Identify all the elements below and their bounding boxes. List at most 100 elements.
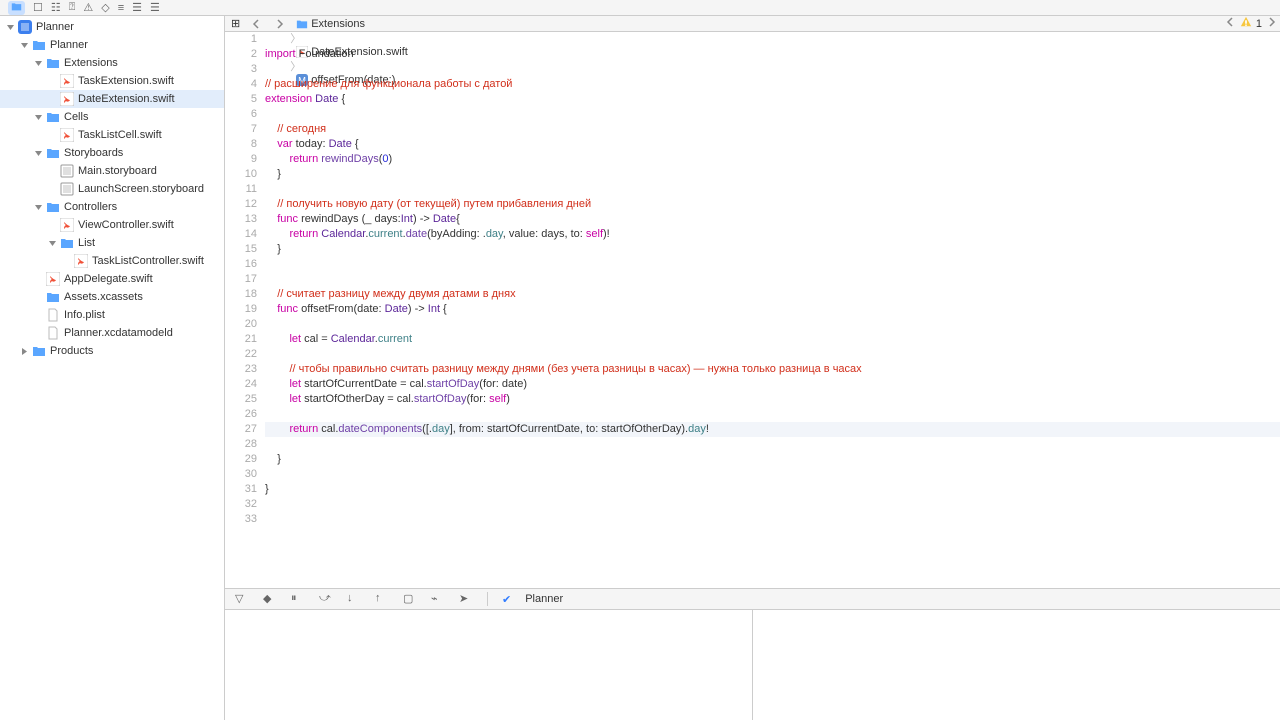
- code-line[interactable]: import Foundation: [265, 47, 1280, 62]
- line-number[interactable]: 3: [225, 62, 257, 77]
- line-number[interactable]: 23: [225, 362, 257, 377]
- code-line[interactable]: [265, 512, 1280, 527]
- code-line[interactable]: [265, 347, 1280, 362]
- code-line[interactable]: }: [265, 242, 1280, 257]
- code-line[interactable]: }: [265, 482, 1280, 497]
- step-over-icon[interactable]: ⤻: [319, 592, 333, 606]
- pause-icon[interactable]: ⏸: [291, 592, 305, 606]
- line-number[interactable]: 20: [225, 317, 257, 332]
- line-number[interactable]: 7: [225, 122, 257, 137]
- code-line[interactable]: [265, 467, 1280, 482]
- line-number[interactable]: 25: [225, 392, 257, 407]
- tree-item[interactable]: Products: [0, 342, 224, 360]
- code-line[interactable]: // чтобы правильно считать разницу между…: [265, 362, 1280, 377]
- report-tab[interactable]: ☰: [150, 1, 160, 14]
- tree-item[interactable]: Planner.xcdatamodeld: [0, 324, 224, 342]
- code-line[interactable]: [265, 317, 1280, 332]
- line-number[interactable]: 29: [225, 452, 257, 467]
- line-number[interactable]: 18: [225, 287, 257, 302]
- code-line[interactable]: extension Date {: [265, 92, 1280, 107]
- line-number[interactable]: 22: [225, 347, 257, 362]
- disclosure-triangle-icon[interactable]: [34, 59, 43, 68]
- tree-item[interactable]: Assets.xcassets: [0, 288, 224, 306]
- warning-next-icon[interactable]: [1266, 17, 1276, 30]
- code-line[interactable]: [265, 497, 1280, 512]
- tree-item[interactable]: Storyboards: [0, 144, 224, 162]
- breakpoint-tab[interactable]: ☰: [132, 1, 142, 14]
- line-number[interactable]: 2: [225, 47, 257, 62]
- code-line[interactable]: return rewindDays(0): [265, 152, 1280, 167]
- tree-item[interactable]: Planner: [0, 18, 224, 36]
- line-number[interactable]: 1: [225, 32, 257, 47]
- line-number[interactable]: 17: [225, 272, 257, 287]
- console-view[interactable]: [753, 610, 1280, 720]
- line-number[interactable]: 14: [225, 227, 257, 242]
- code-line[interactable]: let cal = Calendar.current: [265, 332, 1280, 347]
- line-number[interactable]: 10: [225, 167, 257, 182]
- disclosure-triangle-icon[interactable]: [20, 41, 29, 50]
- code-line[interactable]: func offsetFrom(date: Date) -> Int {: [265, 302, 1280, 317]
- line-number[interactable]: 31: [225, 482, 257, 497]
- disclosure-triangle-icon[interactable]: [34, 203, 43, 212]
- tree-item[interactable]: DateExtension.swift: [0, 90, 224, 108]
- tree-item[interactable]: LaunchScreen.storyboard: [0, 180, 224, 198]
- code-line[interactable]: [265, 407, 1280, 422]
- code-line[interactable]: [265, 32, 1280, 47]
- disclosure-triangle-icon[interactable]: [34, 149, 43, 158]
- line-number[interactable]: 28: [225, 437, 257, 452]
- code-line[interactable]: let startOfOtherDay = cal.startOfDay(for…: [265, 392, 1280, 407]
- line-number[interactable]: 32: [225, 497, 257, 512]
- tree-item[interactable]: Info.plist: [0, 306, 224, 324]
- line-number[interactable]: 12: [225, 197, 257, 212]
- tree-item[interactable]: TaskListController.swift: [0, 252, 224, 270]
- memory-icon[interactable]: ⌁: [431, 592, 445, 606]
- back-button[interactable]: [246, 19, 268, 29]
- test-tab[interactable]: ◇: [101, 1, 109, 14]
- step-into-icon[interactable]: ↓: [347, 592, 361, 606]
- line-number[interactable]: 11: [225, 182, 257, 197]
- tree-item[interactable]: Planner: [0, 36, 224, 54]
- disclosure-triangle-icon[interactable]: [48, 239, 57, 248]
- view-icon[interactable]: ▢: [403, 592, 417, 606]
- code-line[interactable]: return cal.dateComponents([.day], from: …: [265, 422, 1280, 437]
- tree-item[interactable]: Main.storyboard: [0, 162, 224, 180]
- code-line[interactable]: let startOfCurrentDate = cal.startOfDay(…: [265, 377, 1280, 392]
- code-line[interactable]: [265, 182, 1280, 197]
- tree-item[interactable]: TaskListCell.swift: [0, 126, 224, 144]
- line-number[interactable]: 4: [225, 77, 257, 92]
- line-number[interactable]: 5: [225, 92, 257, 107]
- warning-icon[interactable]: [1240, 16, 1252, 31]
- disclosure-triangle-icon[interactable]: [20, 347, 29, 356]
- code-line[interactable]: var today: Date {: [265, 137, 1280, 152]
- code-line[interactable]: }: [265, 452, 1280, 467]
- line-number[interactable]: 24: [225, 377, 257, 392]
- tree-item[interactable]: ViewController.swift: [0, 216, 224, 234]
- tree-item[interactable]: TaskExtension.swift: [0, 72, 224, 90]
- line-number[interactable]: 33: [225, 512, 257, 527]
- debug-tab[interactable]: ≡: [118, 2, 124, 14]
- disclosure-triangle-icon[interactable]: [34, 113, 43, 122]
- disclosure-triangle-icon[interactable]: [6, 23, 15, 32]
- find-tab[interactable]: ⍰: [69, 1, 76, 14]
- line-number[interactable]: 15: [225, 242, 257, 257]
- warning-prev-icon[interactable]: [1226, 17, 1236, 30]
- line-number[interactable]: 13: [225, 212, 257, 227]
- step-out-icon[interactable]: ↑: [375, 592, 389, 606]
- line-number[interactable]: 19: [225, 302, 257, 317]
- symbol-tab[interactable]: ☷: [51, 1, 61, 14]
- source-editor[interactable]: 1234567891011121314151617181920212223242…: [225, 32, 1280, 588]
- line-number[interactable]: 21: [225, 332, 257, 347]
- line-number[interactable]: 9: [225, 152, 257, 167]
- issue-tab[interactable]: ⚠: [83, 1, 93, 14]
- code-line[interactable]: // получить новую дату (от текущей) путе…: [265, 197, 1280, 212]
- code-line[interactable]: [265, 272, 1280, 287]
- line-number[interactable]: 16: [225, 257, 257, 272]
- line-number[interactable]: 27: [225, 422, 257, 437]
- debug-target[interactable]: Planner: [525, 593, 563, 605]
- code-line[interactable]: }: [265, 167, 1280, 182]
- code-line[interactable]: // расширение для функционала работы с д…: [265, 77, 1280, 92]
- code-line[interactable]: [265, 107, 1280, 122]
- tree-item[interactable]: List: [0, 234, 224, 252]
- location-icon[interactable]: ➤: [459, 592, 473, 606]
- line-number[interactable]: 30: [225, 467, 257, 482]
